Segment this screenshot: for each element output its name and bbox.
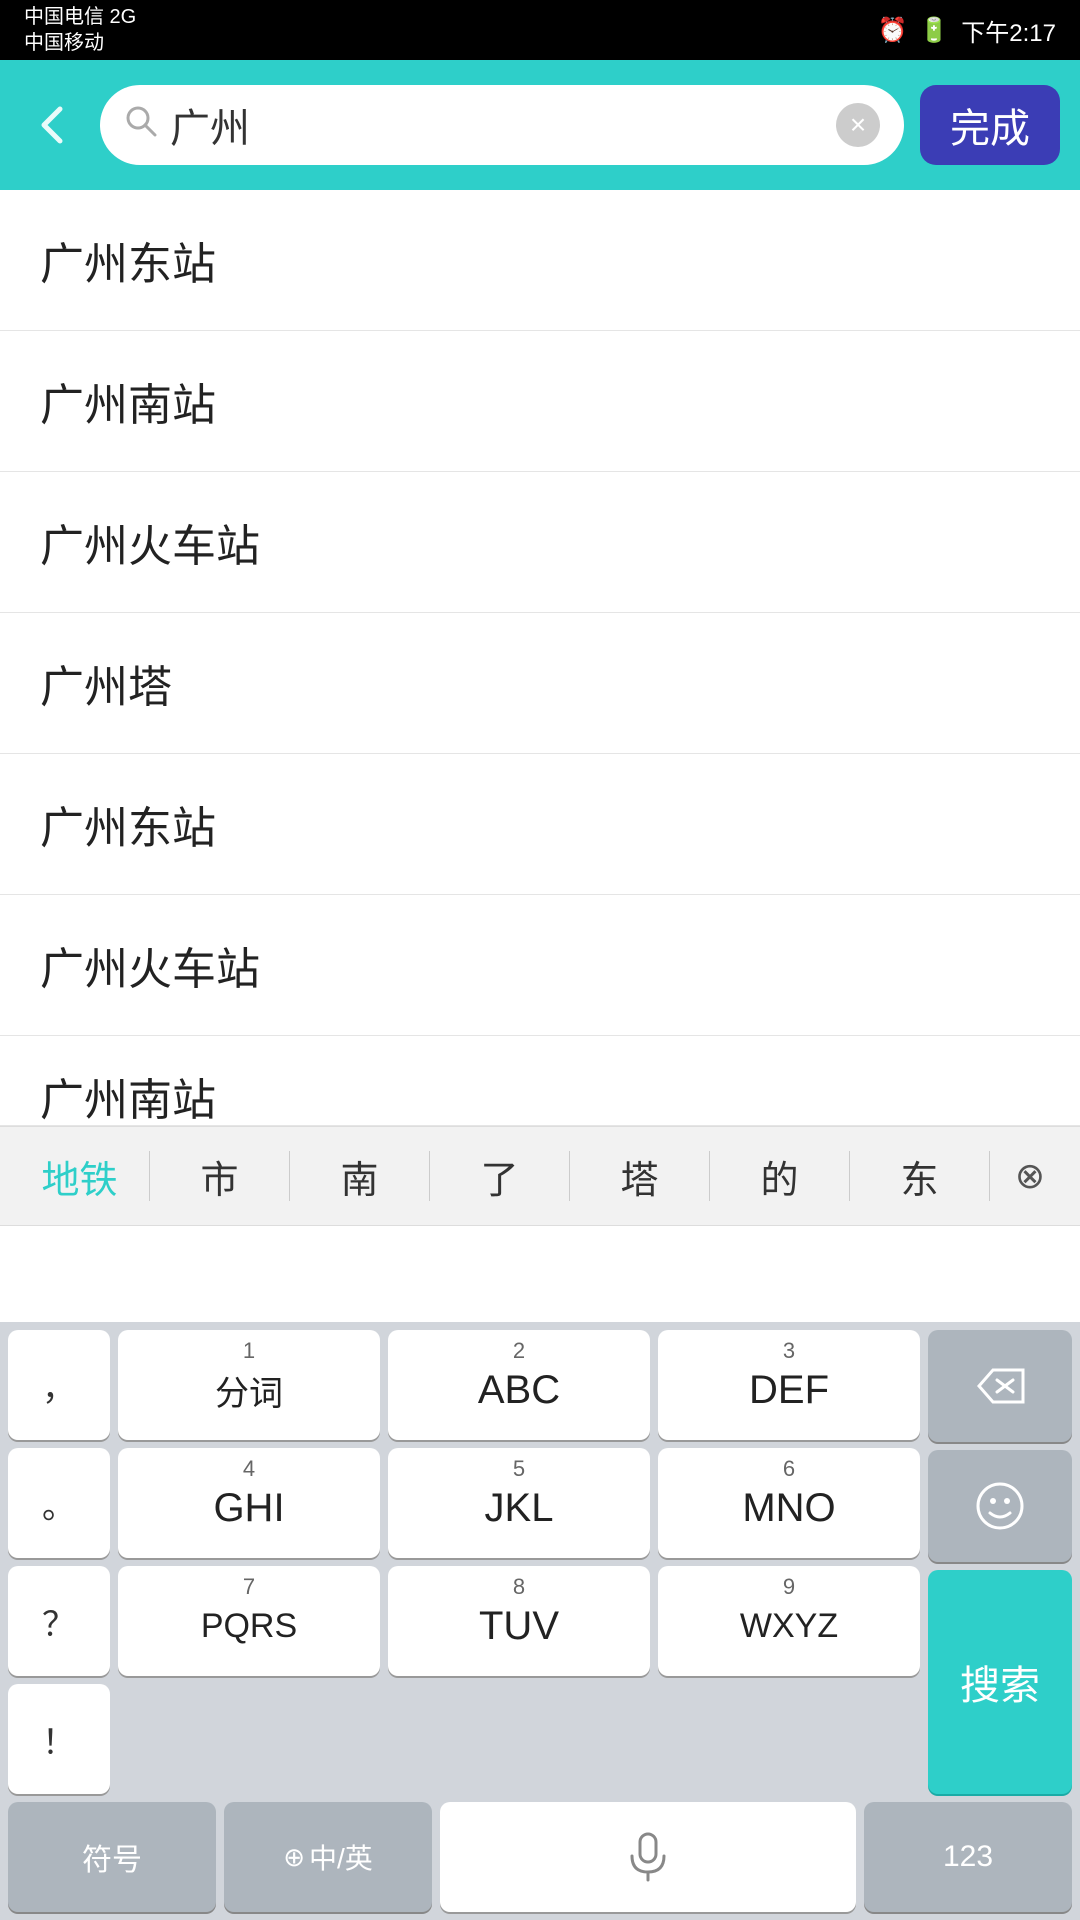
result-item-partial[interactable]: 广州南站 xyxy=(0,1036,1080,1126)
key-label-mno: MNO xyxy=(742,1486,835,1531)
search-box: × xyxy=(100,85,904,165)
clear-icon: × xyxy=(850,109,866,141)
key-label-jkl: JKL xyxy=(485,1486,554,1531)
key-num-9: 9 xyxy=(783,1574,795,1600)
key-label-tuv: TUV xyxy=(479,1604,559,1649)
key-num-8: 8 xyxy=(513,1574,525,1600)
keyboard-bottom-row: 符号 ⊕中/英 123 xyxy=(0,1802,1080,1920)
key-question[interactable]: ？ xyxy=(8,1566,110,1676)
key-exclaim[interactable]: ！ xyxy=(8,1684,110,1794)
key-num-6: 6 xyxy=(783,1456,795,1482)
carrier2: 中国移动 xyxy=(24,30,136,56)
suggest-item-4[interactable]: 塔 xyxy=(570,1149,709,1204)
suggest-item-2[interactable]: 南 xyxy=(290,1149,429,1204)
search-input[interactable] xyxy=(170,103,824,148)
globe-icon: ⊕ xyxy=(283,1842,305,1873)
key-label-fenCI: 分词 xyxy=(215,1366,283,1415)
key-4-ghi[interactable]: 4 GHI xyxy=(118,1448,380,1558)
search-icon xyxy=(124,104,158,146)
done-button[interactable]: 完成 xyxy=(920,85,1060,165)
suggest-item-6[interactable]: 东 xyxy=(850,1149,989,1204)
carrier1: 中国电信 2G xyxy=(24,4,136,30)
status-icons: ⏰ 🔋 下午2:17 xyxy=(878,13,1057,48)
alarm-icon: ⏰ xyxy=(878,16,908,45)
results-list: 广州东站 广州南站 广州火车站 广州塔 广州东站 广州火车站 广州南站 xyxy=(0,190,1080,1126)
key-fuhao[interactable]: 符号 xyxy=(8,1802,216,1912)
key-space-mic[interactable] xyxy=(440,1802,856,1912)
keyboard-row-2: 4 GHI 5 JKL 6 MNO xyxy=(118,1448,920,1558)
carrier-info: 中国电信 2G 中国移动 xyxy=(24,4,136,56)
keyboard-row-1: 1 分词 2 ABC 3 DEF xyxy=(118,1330,920,1440)
result-item[interactable]: 广州塔 xyxy=(0,613,1080,754)
key-backspace[interactable] xyxy=(928,1330,1072,1442)
key-period[interactable]: 。 xyxy=(8,1448,110,1558)
suggest-item-0[interactable]: 地铁 xyxy=(10,1149,149,1204)
time-display: 下午2:17 xyxy=(961,13,1056,48)
keyboard-right-actions: 搜索 xyxy=(928,1322,1080,1802)
keyboard-row-3: 7 PQRS 8 TUV 9 WXYZ xyxy=(118,1566,920,1676)
key-6-mno[interactable]: 6 MNO xyxy=(658,1448,920,1558)
result-item[interactable]: 广州东站 xyxy=(0,754,1080,895)
key-5-jkl[interactable]: 5 JKL xyxy=(388,1448,650,1558)
key-zhong-en[interactable]: ⊕中/英 xyxy=(224,1802,432,1912)
result-item[interactable]: 广州东站 xyxy=(0,190,1080,331)
suggest-item-1[interactable]: 市 xyxy=(150,1149,289,1204)
key-comma[interactable]: ， xyxy=(8,1330,110,1440)
key-num-7: 7 xyxy=(243,1574,255,1600)
key-num-1: 1 xyxy=(243,1338,255,1364)
suggestion-row: 地铁 市 南 了 塔 的 东 ⊗ xyxy=(0,1126,1080,1226)
key-label-pqrs: PQRS xyxy=(201,1607,297,1646)
done-label: 完成 xyxy=(950,96,1030,154)
result-item[interactable]: 广州火车站 xyxy=(0,895,1080,1036)
key-num-2: 2 xyxy=(513,1338,525,1364)
key-label-ghi: GHI xyxy=(213,1486,284,1531)
key-123[interactable]: 123 xyxy=(864,1802,1072,1912)
key-label-wxyz: WXYZ xyxy=(740,1607,838,1646)
key-9-wxyz[interactable]: 9 WXYZ xyxy=(658,1566,920,1676)
key-num-4: 4 xyxy=(243,1456,255,1482)
result-item[interactable]: 广州南站 xyxy=(0,331,1080,472)
key-search[interactable]: 搜索 xyxy=(928,1570,1072,1794)
suggest-close-button[interactable]: ⊗ xyxy=(990,1155,1070,1197)
suggest-item-5[interactable]: 的 xyxy=(710,1149,849,1204)
key-label-def: DEF xyxy=(749,1368,829,1413)
key-7-pqrs[interactable]: 7 PQRS xyxy=(118,1566,380,1676)
status-bar: 中国电信 2G 中国移动 ⏰ 🔋 下午2:17 xyxy=(0,0,1080,60)
key-8-tuv[interactable]: 8 TUV xyxy=(388,1566,650,1676)
clear-button[interactable]: × xyxy=(836,103,880,147)
keyboard: ， 。 ？ ！ 1 分词 2 ABC 3 DEF xyxy=(0,1322,1080,1920)
key-3-def[interactable]: 3 DEF xyxy=(658,1330,920,1440)
key-num-5: 5 xyxy=(513,1456,525,1482)
key-label-abc: ABC xyxy=(478,1368,560,1413)
search-key-label: 搜索 xyxy=(960,1653,1040,1711)
key-1-fenCI[interactable]: 1 分词 xyxy=(118,1330,380,1440)
key-emoji[interactable] xyxy=(928,1450,1072,1562)
suggest-item-3[interactable]: 了 xyxy=(430,1149,569,1204)
key-num-3: 3 xyxy=(783,1338,795,1364)
keyboard-center: 1 分词 2 ABC 3 DEF 4 GHI 5 xyxy=(110,1322,928,1802)
keyboard-left-symbols: ， 。 ？ ！ xyxy=(0,1322,110,1802)
keyboard-main: ， 。 ？ ！ 1 分词 2 ABC 3 DEF xyxy=(0,1322,1080,1802)
back-button[interactable] xyxy=(20,93,84,157)
header-bar: × 完成 xyxy=(0,60,1080,190)
key-2-abc[interactable]: 2 ABC xyxy=(388,1330,650,1440)
result-item[interactable]: 广州火车站 xyxy=(0,472,1080,613)
battery-icon: 🔋 xyxy=(919,16,949,45)
